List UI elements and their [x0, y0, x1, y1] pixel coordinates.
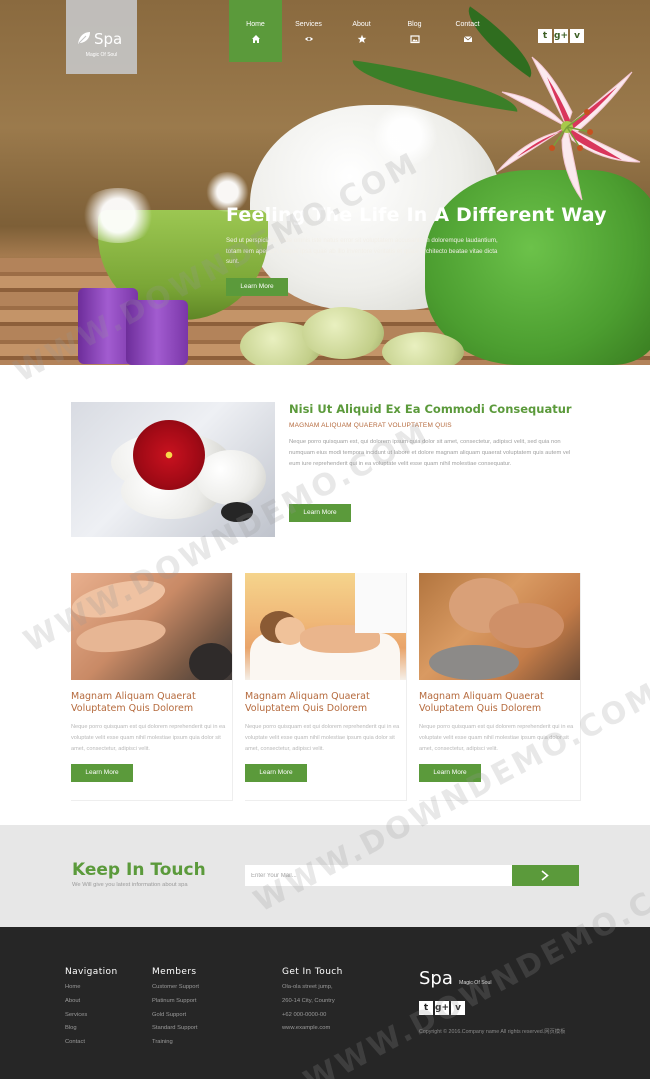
- footer-link[interactable]: Blog: [65, 1025, 77, 1031]
- nav-item-label: About: [352, 21, 371, 28]
- feature-black-stones: [221, 502, 253, 522]
- footer-contact-line: 260-14 City, Country: [282, 998, 335, 1004]
- brand-logo[interactable]: Spa Magic Of Soul: [66, 0, 137, 74]
- hero-baby-breath: [78, 188, 158, 243]
- feature-text: Neque porro quisquam est, qui dolorem ip…: [289, 439, 571, 468]
- feature-red-flower: [133, 420, 205, 490]
- nav-item-blog[interactable]: Blog: [388, 0, 441, 62]
- feature-learn-more-button[interactable]: Learn More: [289, 504, 351, 522]
- nav-item-label: Services: [295, 21, 322, 28]
- star-icon: [357, 34, 366, 43]
- footer-link[interactable]: Platinum Support: [152, 998, 196, 1004]
- footer-social-links: t g+ v: [419, 1001, 465, 1015]
- footer-link[interactable]: Customer Support: [152, 984, 199, 990]
- card-text: Neque porro quisquam est qui dolorem rep…: [71, 724, 226, 752]
- newsletter-title: Keep In Touch: [72, 860, 206, 880]
- vimeo-icon[interactable]: v: [570, 29, 584, 43]
- footer-link[interactable]: Training: [152, 1039, 173, 1045]
- card-learn-more-button[interactable]: Learn More: [245, 764, 307, 782]
- hero-pebble-candle: [382, 332, 464, 365]
- footer-link[interactable]: Home: [65, 984, 80, 990]
- card-photo-shoulder-massage: [419, 573, 580, 680]
- newsletter-subtitle: We Will give you latest information abou…: [72, 882, 188, 888]
- nav-item-contact[interactable]: Contact: [441, 0, 494, 62]
- newsletter-section: Keep In Touch We Will give you latest in…: [0, 825, 650, 927]
- footer-copyright: Copyright © 2016.Company name All rights…: [419, 1029, 566, 1035]
- main-nav: Home Services About Blog Contact: [229, 0, 494, 62]
- card-learn-more-button[interactable]: Learn More: [71, 764, 133, 782]
- newsletter-submit-button[interactable]: [512, 865, 579, 886]
- google-plus-icon[interactable]: g+: [435, 1001, 449, 1015]
- header-social-links: t g+ v: [538, 29, 584, 43]
- nav-item-home[interactable]: Home: [229, 0, 282, 62]
- nav-item-label: Home: [246, 21, 265, 28]
- feature-subtitle: MAGNAM ALIQUAM QUAERAT VOLUPTATEM QUIS: [289, 422, 452, 429]
- card-photo-massage-back: [71, 573, 232, 680]
- nav-item-label: Contact: [455, 21, 480, 28]
- twitter-icon[interactable]: t: [419, 1001, 433, 1015]
- footer-link[interactable]: Contact: [65, 1039, 85, 1045]
- hero-pebble-candle: [302, 307, 384, 359]
- picture-icon: [409, 35, 420, 44]
- google-plus-icon[interactable]: g+: [554, 29, 568, 43]
- home-icon: [251, 35, 260, 43]
- footer-contact-title: Get In Touch: [282, 967, 343, 977]
- page: Spa Magic Of Soul Home Services About Bl…: [0, 0, 650, 1079]
- hero-lily-flower: [496, 56, 641, 201]
- footer-contact-line: Ola-ola street jump,: [282, 984, 333, 990]
- card-learn-more-button[interactable]: Learn More: [419, 764, 481, 782]
- hero-banner: Spa Magic Of Soul Home Services About Bl…: [0, 0, 650, 365]
- footer: Navigation Home About Services Blog Cont…: [0, 927, 650, 1079]
- card-title: Magnam Aliquam Quaerat Voluptatem Quis D…: [71, 691, 196, 714]
- footer-brand-name[interactable]: Spa: [419, 968, 453, 989]
- nav-item-about[interactable]: About: [335, 0, 388, 62]
- newsletter-email-input[interactable]: [245, 865, 512, 886]
- eye-icon: [304, 37, 313, 41]
- hero-purple-candle: [126, 300, 188, 365]
- hero-title: Feeling The Life In A Different Way: [226, 204, 607, 226]
- hero-learn-more-button[interactable]: Learn More: [226, 278, 288, 296]
- card-photo-woman-relaxing: [245, 573, 406, 680]
- leaf-icon: [78, 32, 90, 44]
- service-card: Magnam Aliquam Quaerat Voluptatem Quis D…: [71, 573, 233, 801]
- card-title: Magnam Aliquam Quaerat Voluptatem Quis D…: [245, 691, 370, 714]
- hero-baby-breath: [370, 105, 440, 165]
- footer-navigation-title: Navigation: [65, 967, 118, 977]
- vimeo-icon[interactable]: v: [451, 1001, 465, 1015]
- footer-members-title: Members: [152, 967, 197, 977]
- footer-brand-tagline: Magic Of Soul: [459, 980, 492, 986]
- hero-text: Sed ut perspiciatis unde omnis iste natu…: [226, 237, 498, 265]
- service-card: Magnam Aliquam Quaerat Voluptatem Quis D…: [419, 573, 581, 801]
- service-card: Magnam Aliquam Quaerat Voluptatem Quis D…: [245, 573, 407, 801]
- card-text: Neque porro quisquam est qui dolorem rep…: [419, 724, 574, 752]
- nav-item-services[interactable]: Services: [282, 0, 335, 62]
- twitter-icon[interactable]: t: [538, 29, 552, 43]
- nav-item-label: Blog: [407, 21, 422, 28]
- chevron-right-icon: [541, 870, 549, 881]
- footer-link[interactable]: Services: [65, 1012, 87, 1018]
- feature-title: Nisi Ut Aliquid Ex Ea Commodi Consequatu…: [289, 402, 572, 416]
- feature-towel-roll: [196, 450, 266, 505]
- footer-link[interactable]: Standard Support: [152, 1025, 197, 1031]
- brand-tagline: Magic Of Soul: [85, 52, 118, 58]
- brand-name: Spa: [94, 30, 123, 48]
- footer-website-link[interactable]: www.example.com: [282, 1025, 330, 1031]
- card-title: Magnam Aliquam Quaerat Voluptatem Quis D…: [419, 691, 544, 714]
- feature-image: [71, 402, 275, 537]
- footer-link[interactable]: Gold Support: [152, 1012, 186, 1018]
- footer-contact-line: +62 000-0000-00: [282, 1012, 327, 1018]
- envelope-icon: [463, 36, 472, 42]
- footer-link[interactable]: About: [65, 998, 80, 1004]
- card-text: Neque porro quisquam est qui dolorem rep…: [245, 724, 400, 752]
